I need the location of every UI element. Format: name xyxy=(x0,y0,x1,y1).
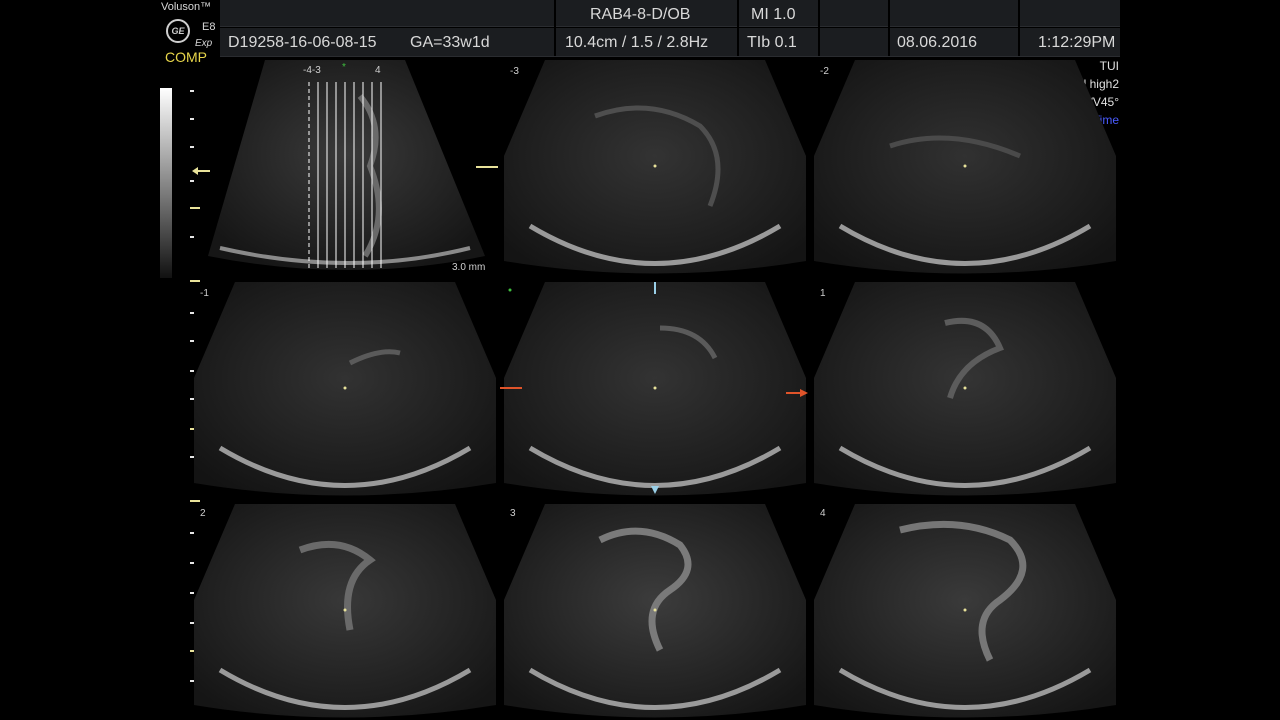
model-name: E8 xyxy=(202,21,216,33)
slice-label: 4 xyxy=(820,508,826,519)
orange-marker-left xyxy=(500,387,522,389)
slice-label: -3 xyxy=(510,66,519,77)
reference-image[interactable]: -4-3 * 4 3.0 mm xyxy=(200,56,500,276)
slice-label: -1 xyxy=(200,288,209,299)
slice-label: 3 xyxy=(510,508,516,519)
exam-time: 1:12:29PM xyxy=(1038,34,1116,51)
ultrasound-screen: Voluson™ GE E8 Exp COMP D19258-16-06-08-… xyxy=(160,0,1120,720)
probe-name: RAB4-8-D/OB xyxy=(590,6,691,23)
model-sub: Exp xyxy=(195,38,213,49)
slice-panel[interactable]: -2 xyxy=(810,56,1120,276)
grayscale-bar xyxy=(160,88,172,278)
mechanical-index: MI 1.0 xyxy=(751,6,796,23)
gestational-age: GA=33w1d xyxy=(410,34,490,51)
reference-center-mark: * xyxy=(342,62,346,73)
orange-marker-arrow-icon xyxy=(786,384,808,397)
slice-panel[interactable]: 4 xyxy=(810,500,1120,720)
slice-thickness: 3.0 mm xyxy=(452,262,486,273)
probe-params: 10.4cm / 1.5 / 2.8Hz xyxy=(565,34,709,51)
reference-left-label: -4-3 xyxy=(303,65,321,76)
slice-label: 2 xyxy=(200,508,206,519)
slice-panel[interactable]: -1 xyxy=(190,278,500,498)
patient-id: D19258-16-06-08-15 xyxy=(228,34,377,51)
ge-logo-icon: GE xyxy=(166,19,190,43)
thermal-index: TIb 0.1 xyxy=(747,34,797,51)
center-slice-panel[interactable] xyxy=(500,278,810,498)
slice-panel[interactable]: 2 xyxy=(190,500,500,720)
exam-date: 08.06.2016 xyxy=(897,34,978,51)
row1-marker xyxy=(476,166,498,168)
slice-panel[interactable]: -3 xyxy=(500,56,810,276)
slice-label: 1 xyxy=(820,288,826,299)
slice-panel[interactable]: 1 xyxy=(810,278,1120,498)
slice-label: -2 xyxy=(820,66,829,77)
reference-right-label: 4 xyxy=(375,65,381,76)
brand-name: Voluson™ xyxy=(161,1,212,13)
slice-panel[interactable]: 3 xyxy=(500,500,810,720)
